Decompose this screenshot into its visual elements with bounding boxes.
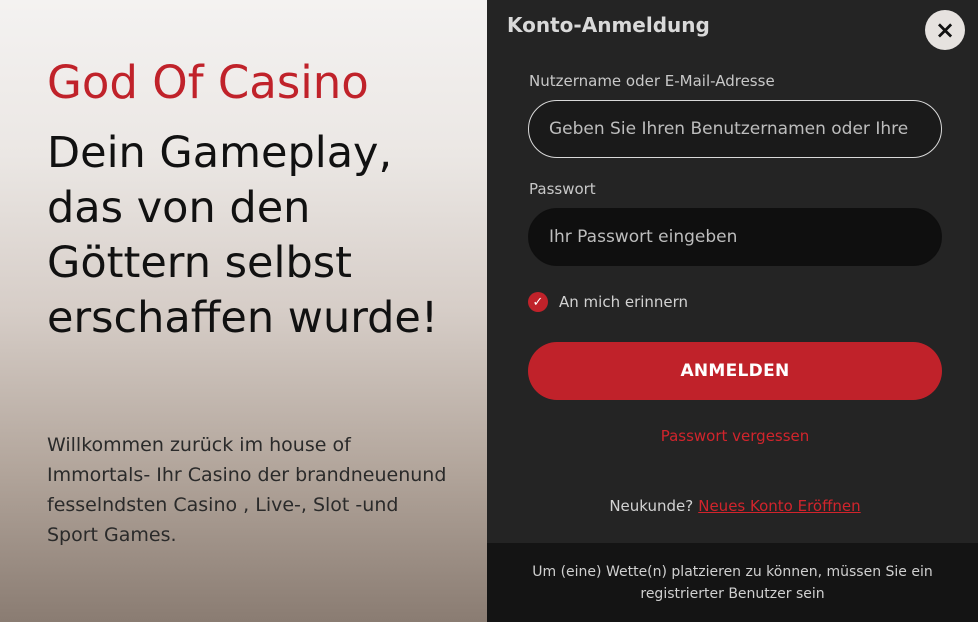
- username-label: Nutzername oder E-Mail-Adresse: [529, 72, 775, 90]
- forgot-password-link[interactable]: Passwort vergessen: [528, 427, 942, 445]
- username-input[interactable]: [528, 100, 942, 158]
- signup-row: Neukunde? Neues Konto Eröffnen: [528, 497, 942, 515]
- footer-note-text: Um (eine) Wette(n) platzieren zu können,…: [532, 563, 933, 602]
- hero-panel: God Of Casino Dein Gameplay, das von den…: [0, 0, 487, 622]
- check-icon: ✓: [528, 292, 548, 312]
- footer-note: Um (eine) Wette(n) platzieren zu können,…: [487, 543, 978, 622]
- close-icon: ×: [934, 16, 956, 44]
- signup-question: Neukunde?: [609, 497, 694, 515]
- remember-me-checkbox[interactable]: ✓ An mich erinnern: [528, 292, 688, 312]
- login-button[interactable]: ANMELDEN: [528, 342, 942, 400]
- login-modal: Konto-Anmeldung × Nutzername oder E-Mail…: [487, 0, 978, 622]
- hero-intro-text: Willkommen zurück im house of Immortals-…: [47, 434, 447, 546]
- brand-title: God Of Casino: [47, 56, 369, 109]
- hero-headline: Dein Gameplay, das von den Göttern selbs…: [47, 128, 439, 343]
- signup-link[interactable]: Neues Konto Eröffnen: [698, 497, 860, 515]
- login-title: Konto-Anmeldung: [507, 13, 710, 37]
- remember-me-label: An mich erinnern: [559, 293, 689, 311]
- password-input[interactable]: [528, 208, 942, 266]
- password-label: Passwort: [529, 180, 596, 198]
- close-button[interactable]: ×: [925, 10, 965, 50]
